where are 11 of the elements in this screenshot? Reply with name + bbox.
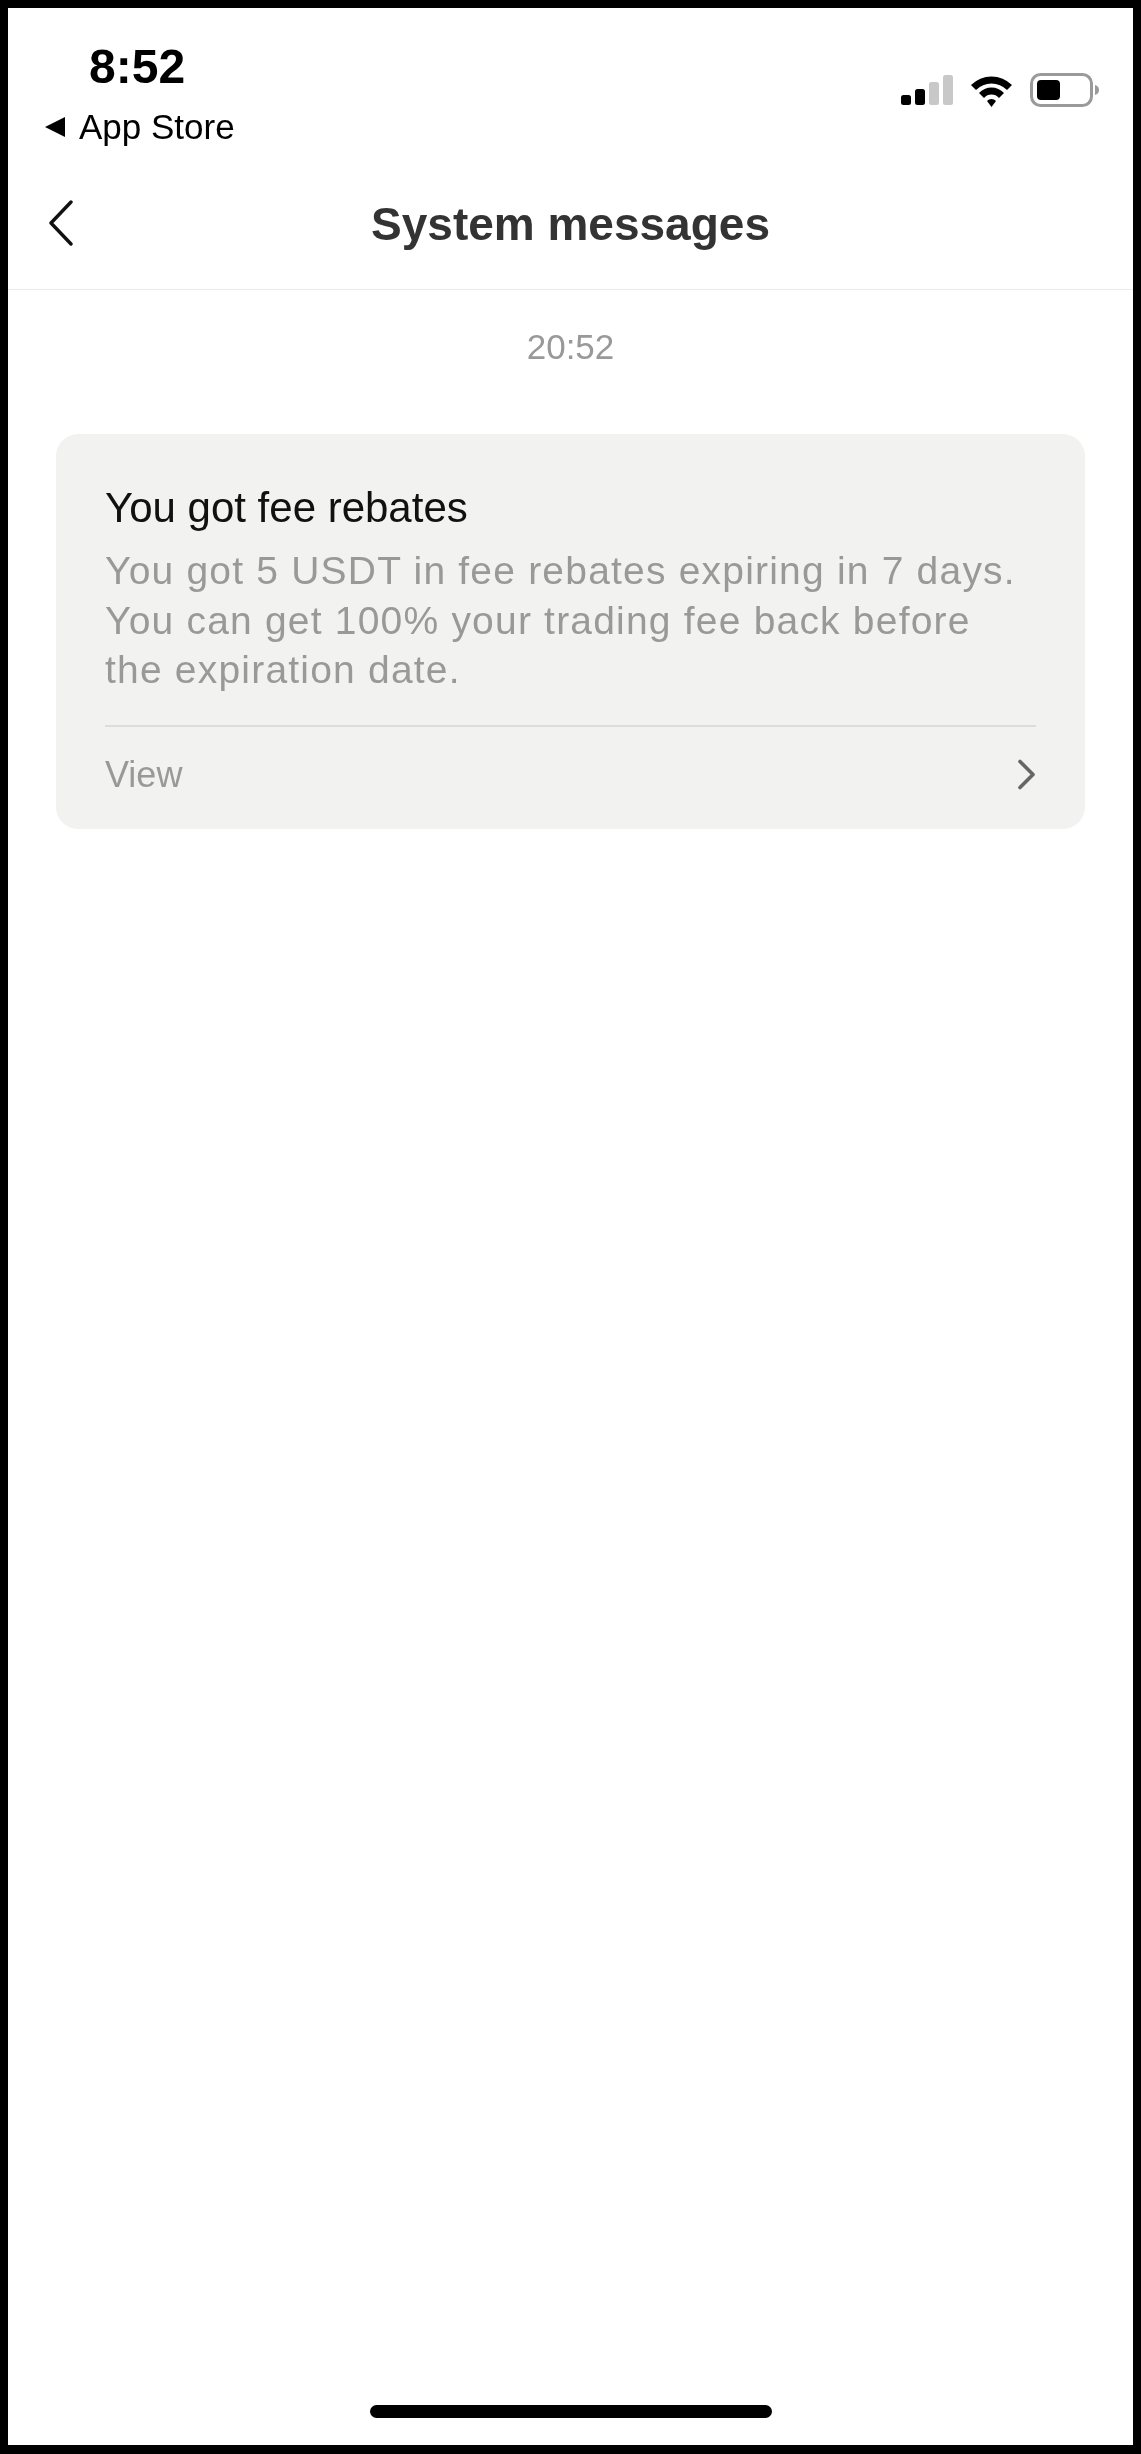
back-chevron-icon [48, 200, 74, 246]
page-title: System messages [371, 196, 770, 252]
message-timestamp: 20:52 [525, 327, 616, 367]
message-title: You got fee rebates [105, 484, 469, 532]
battery-icon [1030, 73, 1099, 107]
chevron-right-icon [1017, 759, 1036, 790]
left-triangle-icon [45, 117, 65, 137]
status-time: 8:52 [89, 41, 187, 93]
message-text: You got 5 USDT in fee rebates expiring in 7 days. You can get 100% your trading fee back before the expiration date. [105, 548, 1017, 693]
back-to-app-link[interactable]: App Store [45, 107, 235, 147]
signal-icon [901, 75, 953, 105]
